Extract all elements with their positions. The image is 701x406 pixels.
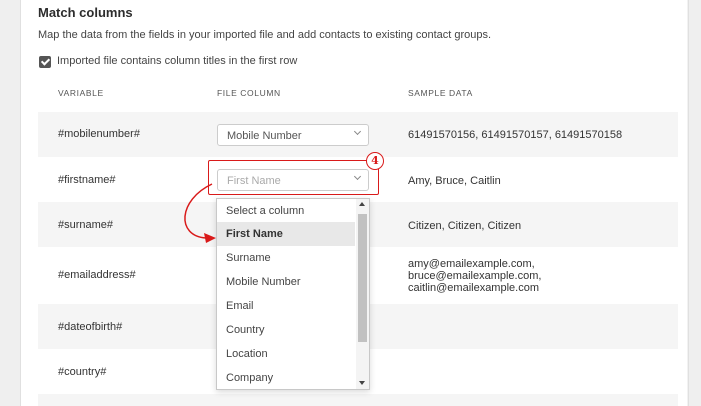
callout-arrow	[184, 183, 216, 243]
callout-arrow-head	[204, 233, 216, 243]
callout-arrow-path	[184, 183, 213, 239]
